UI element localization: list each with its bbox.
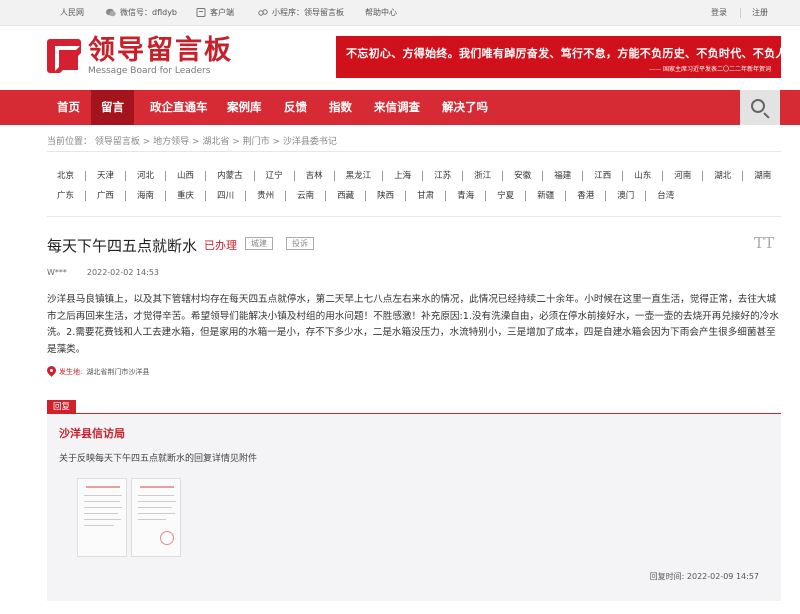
region-link[interactable]: 香港 [565,191,605,201]
reply-panel: 沙洋县信访局 关于反映每天下午四五点就断水的回复详情见附件 回复时间: 2022… [47,414,781,601]
region-link[interactable]: 西藏 [325,191,365,201]
topbar-divider [740,8,741,18]
search-button[interactable] [740,90,780,125]
region-link[interactable]: 广西 [85,191,125,201]
banner-slogan: 不忘初心、方得始终。我们唯有踔厉奋发、笃行不怠，方能不负历史、不负时代、不负人民… [346,47,800,60]
region-link[interactable]: 江苏 [422,171,462,181]
region-link[interactable]: 湖北 [702,171,742,181]
type-tag[interactable]: 投诉 [286,237,314,250]
status-badge: 已办理 [204,239,237,252]
location-info: 发生地: 湖北省荆门市沙洋县 [47,366,149,378]
region-link[interactable]: 山东 [622,171,662,181]
nav-item-enterprise[interactable]: 政企直通车 [150,90,208,125]
reply-content: 关于反映每天下午四五点就断水的回复详情见附件 [59,454,258,464]
nav-item-home[interactable]: 首页 [47,90,90,125]
location-label: 发生地: [59,368,83,376]
region-link[interactable]: 云南 [285,191,325,201]
region-link[interactable]: 贵州 [245,191,285,201]
region-link[interactable]: 宁夏 [485,191,525,201]
region-link[interactable]: 湖南 [742,171,782,181]
location-value: 湖北省荆门市沙洋县 [86,368,150,376]
site-link[interactable]: 人民网 [60,7,84,18]
region-link[interactable]: 青海 [445,191,485,201]
login-link[interactable]: 登录 [711,7,727,18]
nav-item-survey[interactable]: 来信调查 [374,90,420,125]
region-link[interactable]: 山西 [165,171,205,181]
region-link[interactable]: 北京 [47,171,85,181]
wechat-icon [106,8,116,17]
client-icon [196,8,206,17]
region-row: 北京 天津 河北 山西 内蒙古 辽宁 吉林 黑龙江 上海 江苏 浙江 安徽 福建 江西 山东 河南 湖北 湖南 [47,166,781,186]
region-link[interactable]: 安徽 [502,171,542,181]
region-link[interactable]: 内蒙古 [205,171,254,181]
region-link[interactable]: 福建 [542,171,582,181]
breadcrumb[interactable]: 当前位置： 领导留言板 > 地方领导 > 湖北省 > 荆门市 > 沙洋县委书记 [47,134,337,147]
region-link[interactable]: 甘肃 [405,191,445,201]
region-link[interactable]: 陕西 [365,191,405,201]
reply-organization: 沙洋县信访局 [59,427,125,440]
divider [47,151,781,152]
message-content: 沙洋县马良镇镇上，以及其下管辖村均存在每天四五点就停水，第二天早上七八点左右来水… [47,294,779,355]
region-link[interactable]: 海南 [125,191,165,201]
nav-item-feedback[interactable]: 反馈 [284,90,307,125]
region-link[interactable]: 天津 [85,171,125,181]
divider [47,216,781,217]
message-title: 每天下午四五点就断水 [47,237,198,255]
region-link[interactable]: 重庆 [165,191,205,201]
region-link[interactable]: 浙江 [462,171,502,181]
miniapp-icon [258,9,268,16]
seal-icon [160,531,174,545]
region-link[interactable]: 河北 [125,171,165,181]
search-icon [751,99,765,113]
region-selector: 北京 天津 河北 山西 内蒙古 辽宁 吉林 黑龙江 上海 江苏 浙江 安徽 福建 江西 山东 河南 湖北 湖南 广… [47,166,781,206]
region-link[interactable]: 吉林 [293,171,334,181]
client-link[interactable]: 客户端 [196,7,234,18]
site-logo[interactable]: 领导留言板 Message Board for Leaders [47,36,233,76]
message-user: W*** [47,268,67,277]
logo-icon [47,39,82,74]
register-link[interactable]: 注册 [752,7,768,18]
attachment-image-2[interactable] [131,478,181,557]
region-link[interactable]: 江西 [582,171,622,181]
main-nav: 首页 留言 政企直通车 案例库 反馈 指数 来信调查 解决了吗 [0,90,800,125]
region-link[interactable]: 黑龙江 [333,171,383,181]
help-link[interactable]: 帮助中心 [365,7,397,18]
banner-source: —— 国家主席习近平发表二〇二二年新年贺词 [649,66,771,73]
category-tag[interactable]: 城建 [245,237,273,250]
nav-item-index[interactable]: 指数 [329,90,352,125]
reply-tab: 回复 [47,400,77,414]
miniapp-link[interactable]: 小程序：领导留言板 [258,7,344,18]
region-link[interactable]: 四川 [205,191,245,201]
top-bar: 人民网 微信号：dfldyb 客户端 小程序：领导留言板 帮助中心 登录 注册 [0,0,800,26]
logo-title: 领导留言板 [88,35,233,66]
region-link[interactable]: 台湾 [645,191,685,201]
message-time: 2022-02-02 14:53 [86,268,160,277]
logo-subtitle: Message Board for Leaders [88,66,211,76]
slogan-banner: 不忘初心、方得始终。我们唯有踔厉奋发、笃行不怠，方能不负历史、不负时代、不负人民… [336,36,800,78]
region-row: 广东 广西 海南 重庆 四川 贵州 云南 西藏 陕西 甘肃 青海 宁夏 新疆 香港 澳门 台湾 [47,186,781,206]
location-pin-icon [47,366,56,378]
region-link[interactable]: 新疆 [525,191,565,201]
region-link[interactable]: 广东 [47,191,85,201]
message-meta: W*** 2022-02-02 14:53 [47,268,159,277]
nav-item-solved[interactable]: 解决了吗 [442,90,488,125]
nav-item-cases[interactable]: 案例库 [227,90,262,125]
region-link[interactable]: 上海 [382,171,422,181]
wechat-link[interactable]: 微信号：dfldyb [106,7,177,18]
region-link[interactable]: 澳门 [605,191,645,201]
region-link[interactable]: 辽宁 [253,171,294,181]
nav-item-messages[interactable]: 留言 [91,90,134,125]
font-size-icon[interactable]: TT [754,234,774,252]
region-link[interactable]: 河南 [662,171,702,181]
attachment-image-1[interactable] [77,478,127,557]
reply-time: 回复时间: 2022-02-09 14:57 [649,572,759,581]
